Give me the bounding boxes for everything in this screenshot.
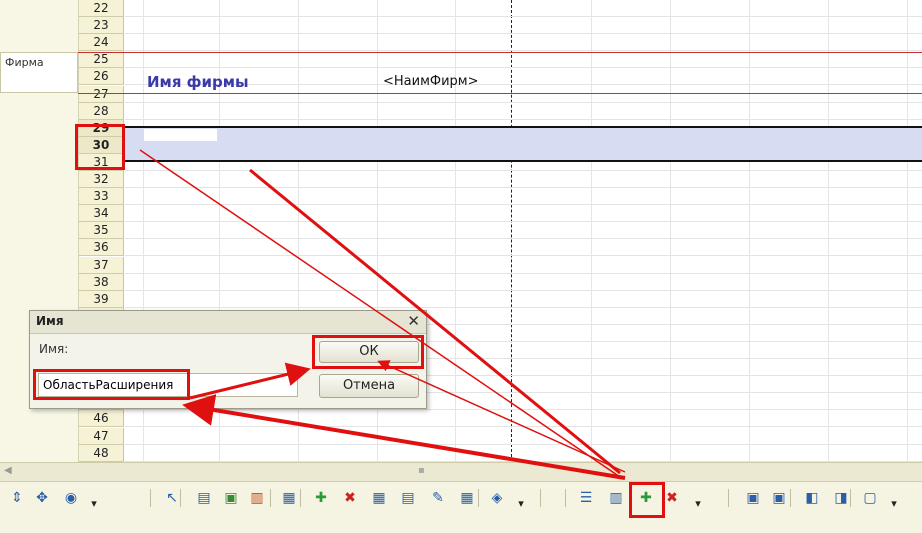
arrow-line xyxy=(139,149,621,478)
arrow-line xyxy=(189,362,311,400)
arrow-line xyxy=(249,168,621,475)
annotation-arrows xyxy=(139,149,626,480)
